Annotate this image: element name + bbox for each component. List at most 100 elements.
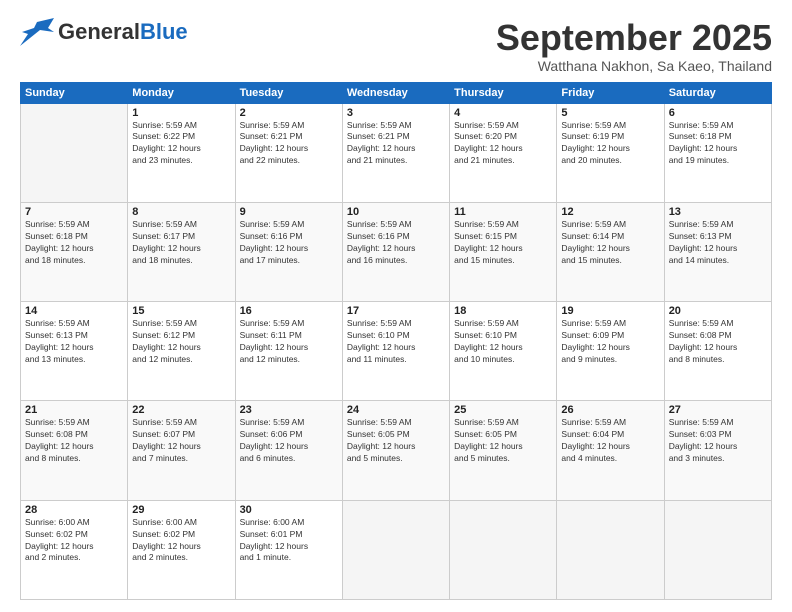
day-info: Sunrise: 5:59 AM Sunset: 6:21 PM Dayligh…: [240, 120, 338, 168]
table-row: 5Sunrise: 5:59 AM Sunset: 6:19 PM Daylig…: [557, 103, 664, 202]
title-block: September 2025 Watthana Nakhon, Sa Kaeo,…: [496, 18, 772, 74]
day-info: Sunrise: 6:00 AM Sunset: 6:01 PM Dayligh…: [240, 517, 338, 565]
day-info: Sunrise: 5:59 AM Sunset: 6:22 PM Dayligh…: [132, 120, 230, 168]
table-row: 12Sunrise: 5:59 AM Sunset: 6:14 PM Dayli…: [557, 202, 664, 301]
day-info: Sunrise: 5:59 AM Sunset: 6:10 PM Dayligh…: [347, 318, 445, 366]
table-row: 11Sunrise: 5:59 AM Sunset: 6:15 PM Dayli…: [450, 202, 557, 301]
day-info: Sunrise: 5:59 AM Sunset: 6:06 PM Dayligh…: [240, 417, 338, 465]
table-row: 17Sunrise: 5:59 AM Sunset: 6:10 PM Dayli…: [342, 302, 449, 401]
day-info: Sunrise: 5:59 AM Sunset: 6:05 PM Dayligh…: [347, 417, 445, 465]
day-number: 9: [240, 206, 338, 218]
table-row: 21Sunrise: 5:59 AM Sunset: 6:08 PM Dayli…: [21, 401, 128, 500]
table-row: 16Sunrise: 5:59 AM Sunset: 6:11 PM Dayli…: [235, 302, 342, 401]
day-number: 21: [25, 404, 123, 416]
table-row: [450, 500, 557, 599]
table-row: 19Sunrise: 5:59 AM Sunset: 6:09 PM Dayli…: [557, 302, 664, 401]
table-row: 4Sunrise: 5:59 AM Sunset: 6:20 PM Daylig…: [450, 103, 557, 202]
day-number: 20: [669, 305, 767, 317]
day-info: Sunrise: 5:59 AM Sunset: 6:18 PM Dayligh…: [669, 120, 767, 168]
col-wednesday: Wednesday: [342, 82, 449, 103]
day-info: Sunrise: 5:59 AM Sunset: 6:08 PM Dayligh…: [25, 417, 123, 465]
day-info: Sunrise: 5:59 AM Sunset: 6:16 PM Dayligh…: [240, 219, 338, 267]
header: GeneralBlue September 2025 Watthana Nakh…: [20, 18, 772, 74]
calendar-week-row: 21Sunrise: 5:59 AM Sunset: 6:08 PM Dayli…: [21, 401, 772, 500]
calendar-week-row: 14Sunrise: 5:59 AM Sunset: 6:13 PM Dayli…: [21, 302, 772, 401]
table-row: 26Sunrise: 5:59 AM Sunset: 6:04 PM Dayli…: [557, 401, 664, 500]
day-info: Sunrise: 5:59 AM Sunset: 6:12 PM Dayligh…: [132, 318, 230, 366]
day-info: Sunrise: 5:59 AM Sunset: 6:09 PM Dayligh…: [561, 318, 659, 366]
calendar-week-row: 7Sunrise: 5:59 AM Sunset: 6:18 PM Daylig…: [21, 202, 772, 301]
table-row: 7Sunrise: 5:59 AM Sunset: 6:18 PM Daylig…: [21, 202, 128, 301]
table-row: 27Sunrise: 5:59 AM Sunset: 6:03 PM Dayli…: [664, 401, 771, 500]
table-row: 8Sunrise: 5:59 AM Sunset: 6:17 PM Daylig…: [128, 202, 235, 301]
day-number: 2: [240, 107, 338, 119]
month-title: September 2025: [496, 18, 772, 58]
table-row: 14Sunrise: 5:59 AM Sunset: 6:13 PM Dayli…: [21, 302, 128, 401]
day-info: Sunrise: 5:59 AM Sunset: 6:17 PM Dayligh…: [132, 219, 230, 267]
day-number: 17: [347, 305, 445, 317]
day-number: 12: [561, 206, 659, 218]
table-row: 29Sunrise: 6:00 AM Sunset: 6:02 PM Dayli…: [128, 500, 235, 599]
day-info: Sunrise: 5:59 AM Sunset: 6:13 PM Dayligh…: [669, 219, 767, 267]
day-number: 4: [454, 107, 552, 119]
col-friday: Friday: [557, 82, 664, 103]
day-number: 5: [561, 107, 659, 119]
table-row: 24Sunrise: 5:59 AM Sunset: 6:05 PM Dayli…: [342, 401, 449, 500]
table-row: 13Sunrise: 5:59 AM Sunset: 6:13 PM Dayli…: [664, 202, 771, 301]
col-monday: Monday: [128, 82, 235, 103]
day-number: 14: [25, 305, 123, 317]
table-row: [21, 103, 128, 202]
table-row: 10Sunrise: 5:59 AM Sunset: 6:16 PM Dayli…: [342, 202, 449, 301]
calendar-table: Sunday Monday Tuesday Wednesday Thursday…: [20, 82, 772, 600]
col-tuesday: Tuesday: [235, 82, 342, 103]
day-number: 10: [347, 206, 445, 218]
table-row: 15Sunrise: 5:59 AM Sunset: 6:12 PM Dayli…: [128, 302, 235, 401]
col-sunday: Sunday: [21, 82, 128, 103]
day-number: 1: [132, 107, 230, 119]
day-number: 18: [454, 305, 552, 317]
calendar-week-row: 1Sunrise: 5:59 AM Sunset: 6:22 PM Daylig…: [21, 103, 772, 202]
table-row: 22Sunrise: 5:59 AM Sunset: 6:07 PM Dayli…: [128, 401, 235, 500]
table-row: 28Sunrise: 6:00 AM Sunset: 6:02 PM Dayli…: [21, 500, 128, 599]
table-row: 23Sunrise: 5:59 AM Sunset: 6:06 PM Dayli…: [235, 401, 342, 500]
day-number: 24: [347, 404, 445, 416]
col-saturday: Saturday: [664, 82, 771, 103]
table-row: 1Sunrise: 5:59 AM Sunset: 6:22 PM Daylig…: [128, 103, 235, 202]
day-number: 28: [25, 504, 123, 516]
day-number: 22: [132, 404, 230, 416]
day-number: 3: [347, 107, 445, 119]
table-row: 2Sunrise: 5:59 AM Sunset: 6:21 PM Daylig…: [235, 103, 342, 202]
logo: GeneralBlue: [20, 18, 188, 46]
day-info: Sunrise: 5:59 AM Sunset: 6:14 PM Dayligh…: [561, 219, 659, 267]
location: Watthana Nakhon, Sa Kaeo, Thailand: [496, 58, 772, 74]
day-info: Sunrise: 5:59 AM Sunset: 6:16 PM Dayligh…: [347, 219, 445, 267]
day-number: 6: [669, 107, 767, 119]
col-thursday: Thursday: [450, 82, 557, 103]
table-row: 6Sunrise: 5:59 AM Sunset: 6:18 PM Daylig…: [664, 103, 771, 202]
day-number: 29: [132, 504, 230, 516]
day-number: 11: [454, 206, 552, 218]
table-row: [342, 500, 449, 599]
logo-text: GeneralBlue: [58, 19, 188, 45]
day-info: Sunrise: 5:59 AM Sunset: 6:10 PM Dayligh…: [454, 318, 552, 366]
table-row: 20Sunrise: 5:59 AM Sunset: 6:08 PM Dayli…: [664, 302, 771, 401]
table-row: 9Sunrise: 5:59 AM Sunset: 6:16 PM Daylig…: [235, 202, 342, 301]
calendar-header-row: Sunday Monday Tuesday Wednesday Thursday…: [21, 82, 772, 103]
day-info: Sunrise: 5:59 AM Sunset: 6:11 PM Dayligh…: [240, 318, 338, 366]
day-number: 23: [240, 404, 338, 416]
day-info: Sunrise: 5:59 AM Sunset: 6:20 PM Dayligh…: [454, 120, 552, 168]
logo-bird-icon: [20, 18, 54, 46]
page: GeneralBlue September 2025 Watthana Nakh…: [0, 0, 792, 612]
day-info: Sunrise: 6:00 AM Sunset: 6:02 PM Dayligh…: [25, 517, 123, 565]
day-info: Sunrise: 5:59 AM Sunset: 6:21 PM Dayligh…: [347, 120, 445, 168]
day-info: Sunrise: 5:59 AM Sunset: 6:07 PM Dayligh…: [132, 417, 230, 465]
table-row: 25Sunrise: 5:59 AM Sunset: 6:05 PM Dayli…: [450, 401, 557, 500]
day-info: Sunrise: 5:59 AM Sunset: 6:08 PM Dayligh…: [669, 318, 767, 366]
day-info: Sunrise: 5:59 AM Sunset: 6:19 PM Dayligh…: [561, 120, 659, 168]
day-number: 7: [25, 206, 123, 218]
day-number: 30: [240, 504, 338, 516]
day-number: 8: [132, 206, 230, 218]
day-number: 26: [561, 404, 659, 416]
calendar-week-row: 28Sunrise: 6:00 AM Sunset: 6:02 PM Dayli…: [21, 500, 772, 599]
day-info: Sunrise: 5:59 AM Sunset: 6:04 PM Dayligh…: [561, 417, 659, 465]
